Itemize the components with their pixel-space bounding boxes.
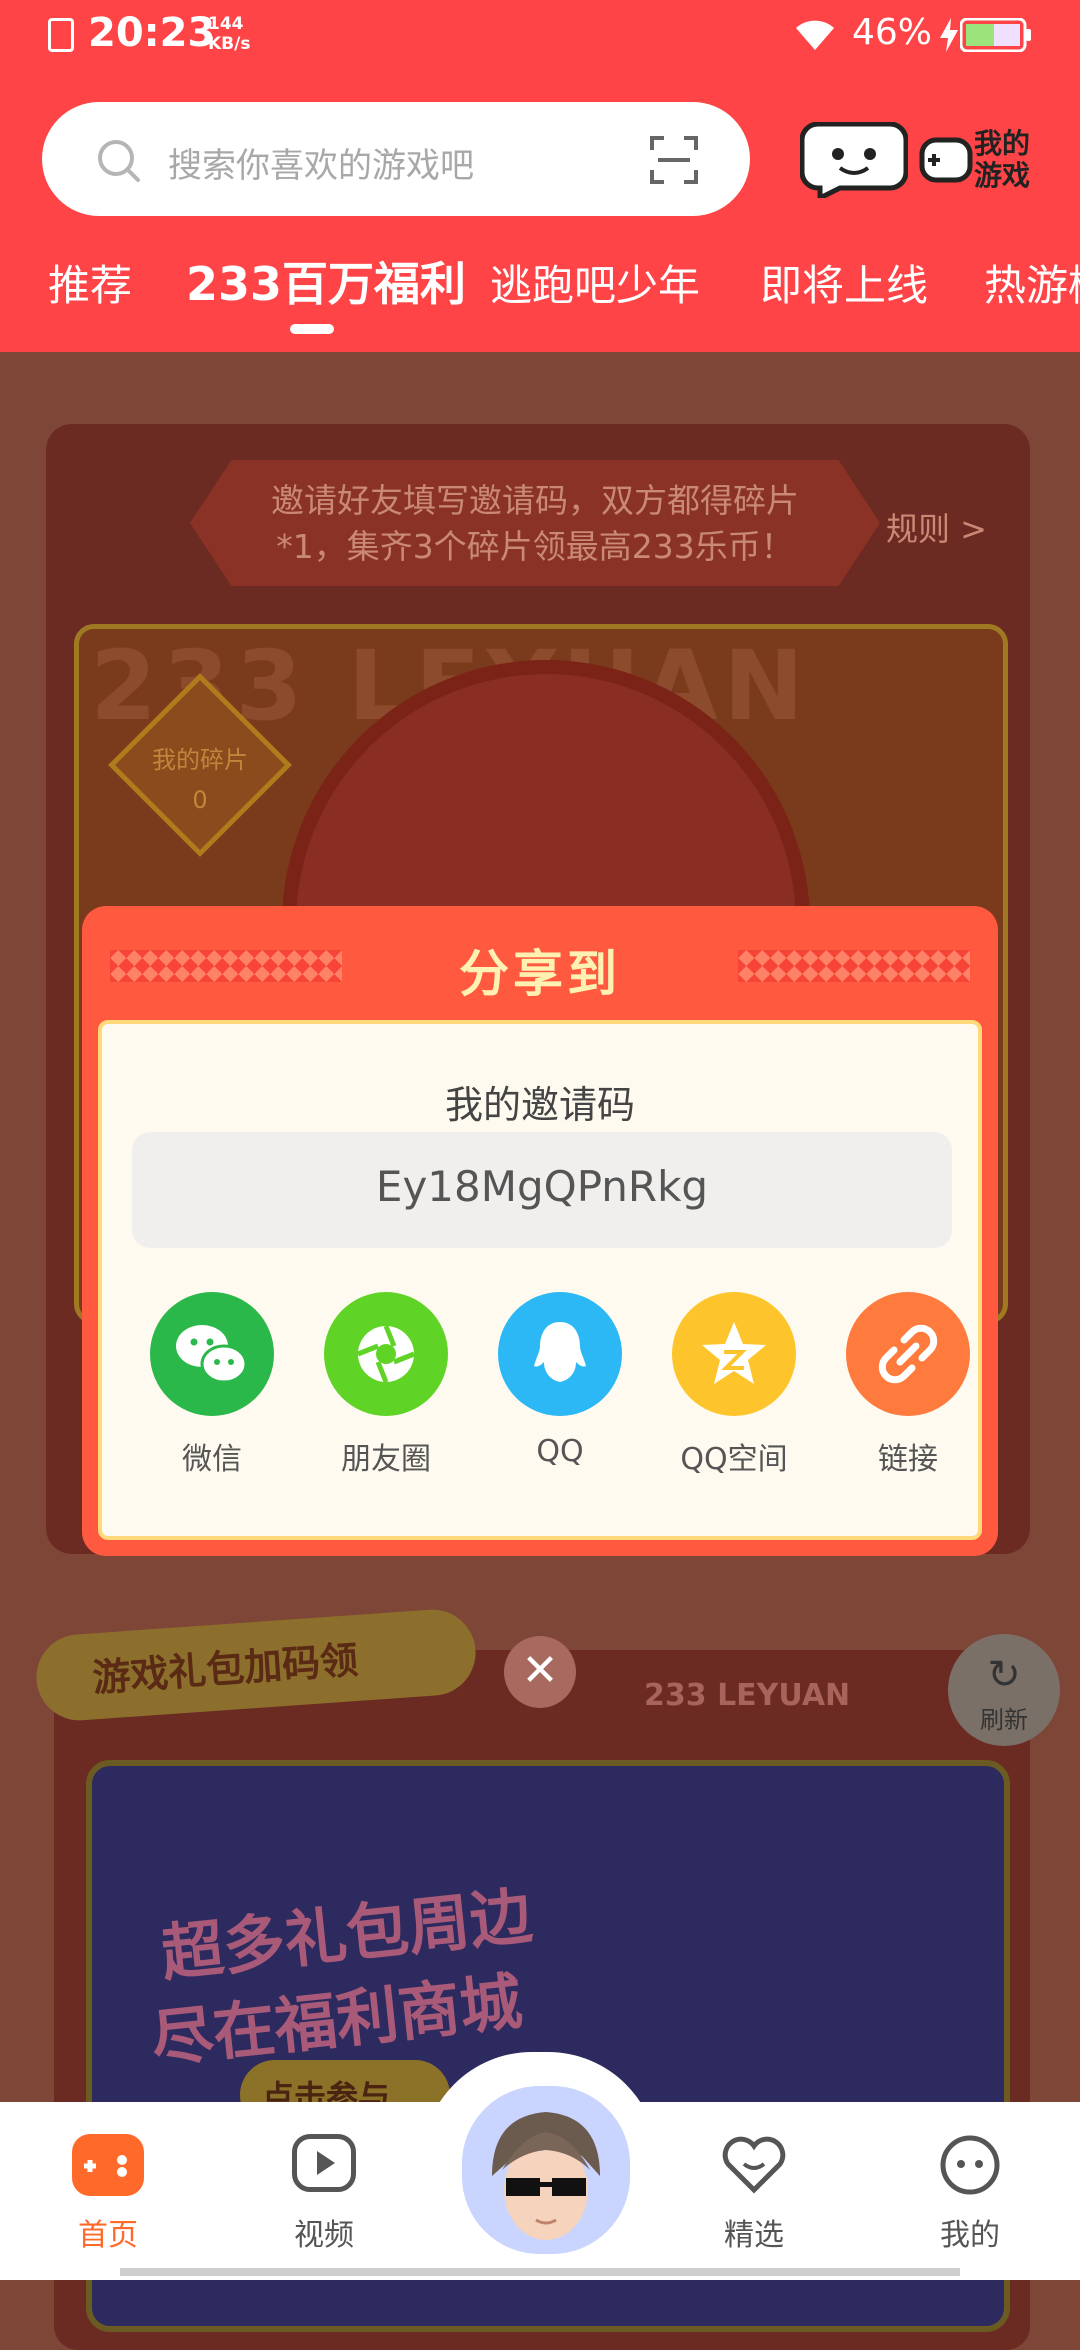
status-bar: 20:23 144 KB/s 46% bbox=[0, 0, 1080, 72]
nav-profile[interactable]: 我的 bbox=[900, 2130, 1040, 2260]
gesture-bar bbox=[120, 2268, 960, 2276]
refresh-label: 刷新 bbox=[980, 1706, 1028, 1734]
my-games-button[interactable]: 我的 游戏 bbox=[974, 128, 1030, 192]
link-icon bbox=[846, 1292, 970, 1416]
fragment-label: 我的碎片 bbox=[152, 746, 248, 774]
tab-hot-games[interactable]: 热游榜 bbox=[984, 252, 1080, 313]
speed-value: 144 bbox=[208, 14, 244, 34]
share-wechat-label: 微信 bbox=[182, 1442, 242, 1477]
charging-icon bbox=[940, 18, 958, 52]
share-moments-label: 朋友圈 bbox=[341, 1442, 431, 1477]
wifi-icon bbox=[796, 20, 834, 50]
close-icon[interactable]: ✕ bbox=[504, 1636, 576, 1708]
nav-video-label: 视频 bbox=[294, 2218, 354, 2253]
dialog-title: 分享到 bbox=[459, 945, 621, 1003]
wechat-icon bbox=[150, 1292, 274, 1416]
avatar[interactable] bbox=[456, 2080, 636, 2260]
speed-unit: KB/s bbox=[208, 34, 251, 54]
category-tabs: 推荐 233百万福利 逃跑吧少年 即将上线 热游榜 bbox=[0, 248, 1080, 318]
network-speed: 144 KB/s bbox=[208, 14, 250, 54]
leyuan-brand: 233 LEYUAN bbox=[644, 1678, 851, 1713]
video-icon bbox=[292, 2134, 356, 2192]
share-link[interactable]: 链接 bbox=[838, 1292, 978, 1482]
invite-code-value: Ey18MgQPnRkg bbox=[375, 1162, 709, 1211]
nav-home-label: 首页 bbox=[78, 2218, 138, 2253]
home-gamepad-icon bbox=[72, 2134, 144, 2196]
sim-icon bbox=[48, 18, 74, 52]
nav-profile-label: 我的 bbox=[940, 2218, 1000, 2253]
qzone-icon bbox=[672, 1292, 796, 1416]
rules-link[interactable]: 规则 > bbox=[886, 504, 987, 550]
tab-recommend[interactable]: 推荐 bbox=[48, 252, 132, 313]
invite-text: 邀请好友填写邀请码，双方都得碎片*1，集齐3个碎片领最高233乐币！ bbox=[271, 481, 799, 566]
search-icon bbox=[98, 140, 140, 182]
dialog-body: 我的邀请码 Ey18MgQPnRkg 微信 朋友圈 QQ QQ空间 链接 bbox=[98, 1020, 982, 1540]
invite-code-label: 我的邀请码 bbox=[444, 1083, 635, 1127]
refresh-icon: ↻ bbox=[987, 1652, 1021, 1698]
fragment-info: 我的碎片 0 bbox=[120, 740, 280, 820]
share-qzone[interactable]: QQ空间 bbox=[664, 1292, 804, 1482]
nav-video[interactable]: 视频 bbox=[254, 2130, 394, 2260]
scan-icon[interactable] bbox=[648, 134, 700, 186]
search-bar[interactable]: 搜索你喜欢的游戏吧 bbox=[42, 102, 750, 216]
battery-percent: 46% bbox=[852, 12, 933, 53]
tab-escape[interactable]: 逃跑吧少年 bbox=[490, 252, 700, 313]
fragment-count: 0 bbox=[192, 786, 208, 814]
tab-upcoming[interactable]: 即将上线 bbox=[760, 252, 928, 313]
top-header: 20:23 144 KB/s 46% 搜索你喜欢的游戏吧 我的 游戏 推荐 23… bbox=[0, 0, 1080, 352]
share-qq[interactable]: QQ bbox=[490, 1292, 630, 1482]
heart-icon bbox=[718, 2134, 790, 2196]
moments-icon bbox=[324, 1292, 448, 1416]
nav-home[interactable]: 首页 bbox=[38, 2130, 178, 2260]
share-qzone-label: QQ空间 bbox=[680, 1442, 788, 1477]
profile-face-icon bbox=[934, 2134, 1006, 2196]
share-qq-label: QQ bbox=[536, 1434, 584, 1469]
status-time: 20:23 bbox=[88, 10, 216, 56]
search-placeholder: 搜索你喜欢的游戏吧 bbox=[168, 146, 474, 186]
nav-featured-label: 精选 bbox=[724, 2218, 784, 2253]
share-wechat[interactable]: 微信 bbox=[142, 1292, 282, 1482]
invite-code-box[interactable]: Ey18MgQPnRkg bbox=[132, 1132, 952, 1248]
tab-233-welfare[interactable]: 233百万福利 bbox=[186, 248, 466, 314]
gamepad-icon[interactable] bbox=[918, 126, 974, 192]
message-icon[interactable] bbox=[800, 122, 908, 198]
qq-icon bbox=[498, 1292, 622, 1416]
battery-icon bbox=[960, 18, 1031, 52]
tab-indicator bbox=[290, 324, 334, 334]
share-dialog: 分享到 我的邀请码 Ey18MgQPnRkg 微信 朋友圈 QQ QQ空间 链接 bbox=[82, 906, 998, 1556]
nav-featured[interactable]: 精选 bbox=[684, 2130, 824, 2260]
share-moments[interactable]: 朋友圈 bbox=[316, 1292, 456, 1482]
share-link-label: 链接 bbox=[878, 1442, 938, 1477]
